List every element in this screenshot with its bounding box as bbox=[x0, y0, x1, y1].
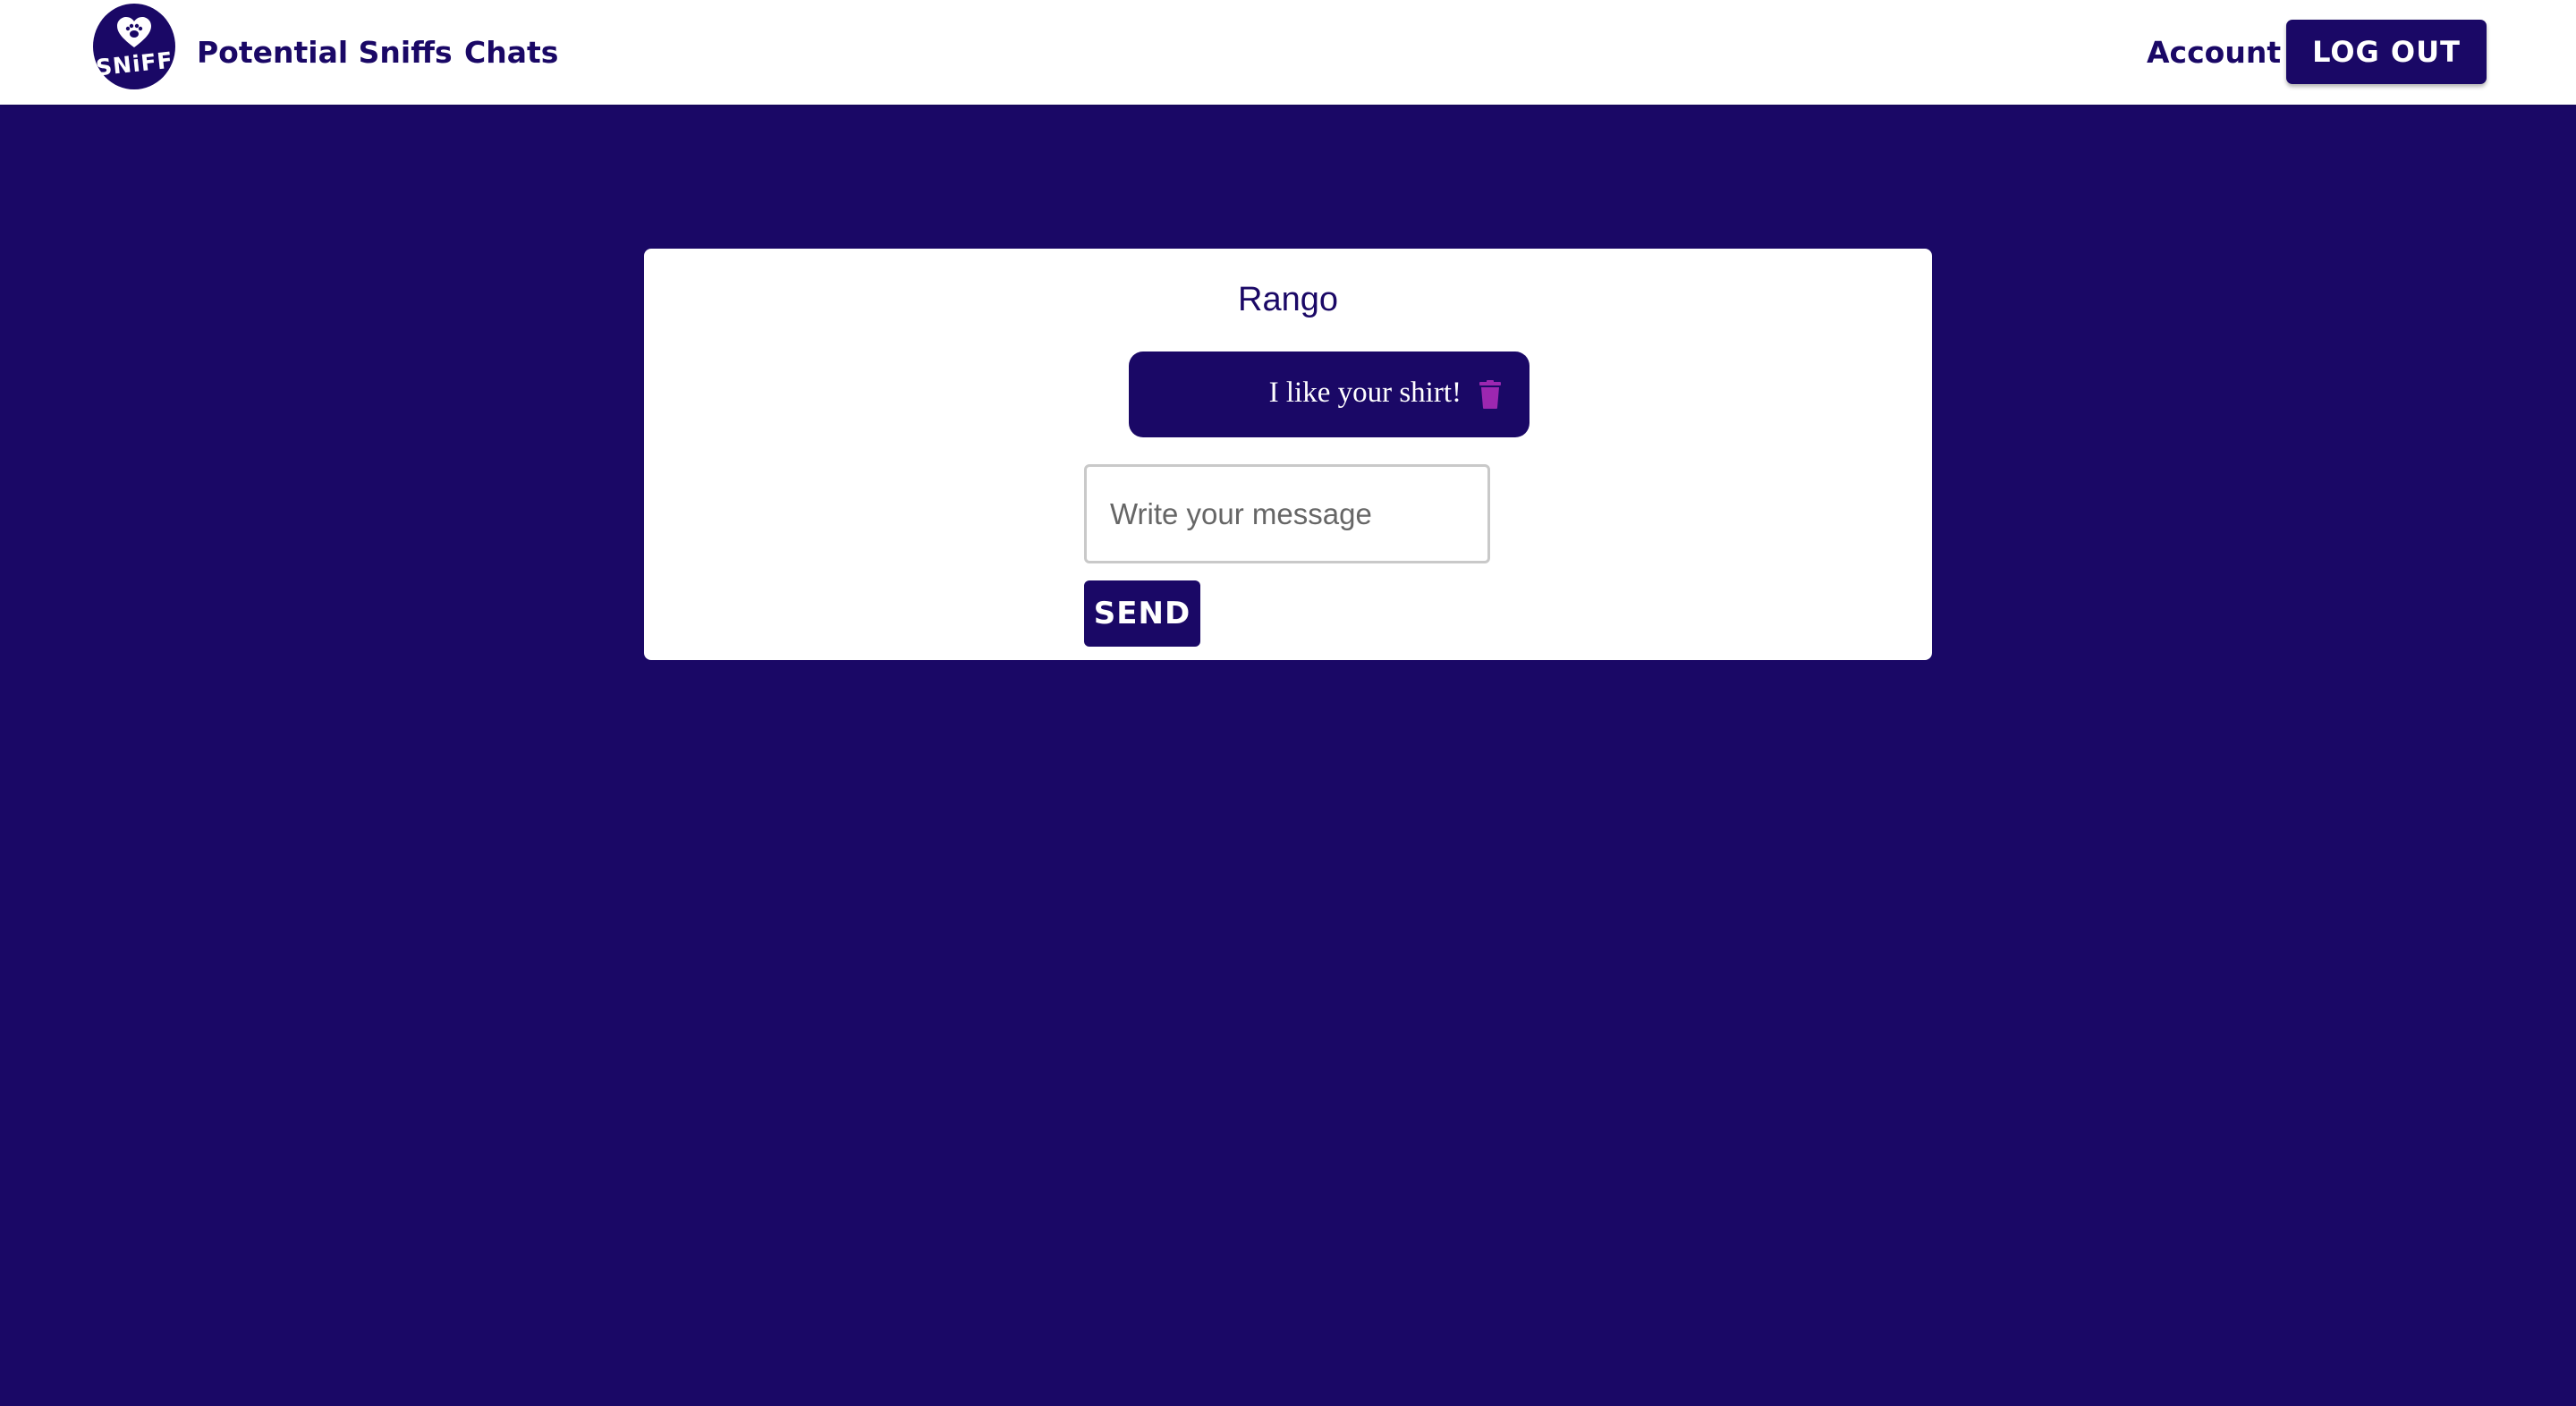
logo-text: SNiFF bbox=[94, 47, 174, 80]
sniff-logo[interactable]: SNiFF bbox=[93, 4, 175, 89]
nav-potential-sniffs[interactable]: Potential Sniffs bbox=[197, 29, 453, 77]
send-button[interactable]: SEND bbox=[1084, 580, 1200, 647]
trash-icon bbox=[1479, 380, 1501, 409]
chat-partner-name: Rango bbox=[1238, 281, 1338, 318]
message-bubble: I like your shirt! bbox=[1129, 352, 1530, 437]
heart-paw-icon bbox=[117, 16, 151, 47]
nav-account[interactable]: Account bbox=[2147, 29, 2281, 77]
logout-button[interactable]: LOG OUT bbox=[2286, 20, 2487, 84]
top-navbar: SNiFF Potential Sniffs Chats Account LOG… bbox=[0, 0, 2576, 105]
chat-card: Rango I like your shirt! SEND bbox=[644, 249, 1932, 660]
delete-message-button[interactable] bbox=[1479, 380, 1501, 409]
nav-chats[interactable]: Chats bbox=[464, 29, 558, 77]
message-input[interactable] bbox=[1084, 464, 1490, 563]
message-text: I like your shirt! bbox=[1268, 377, 1462, 409]
